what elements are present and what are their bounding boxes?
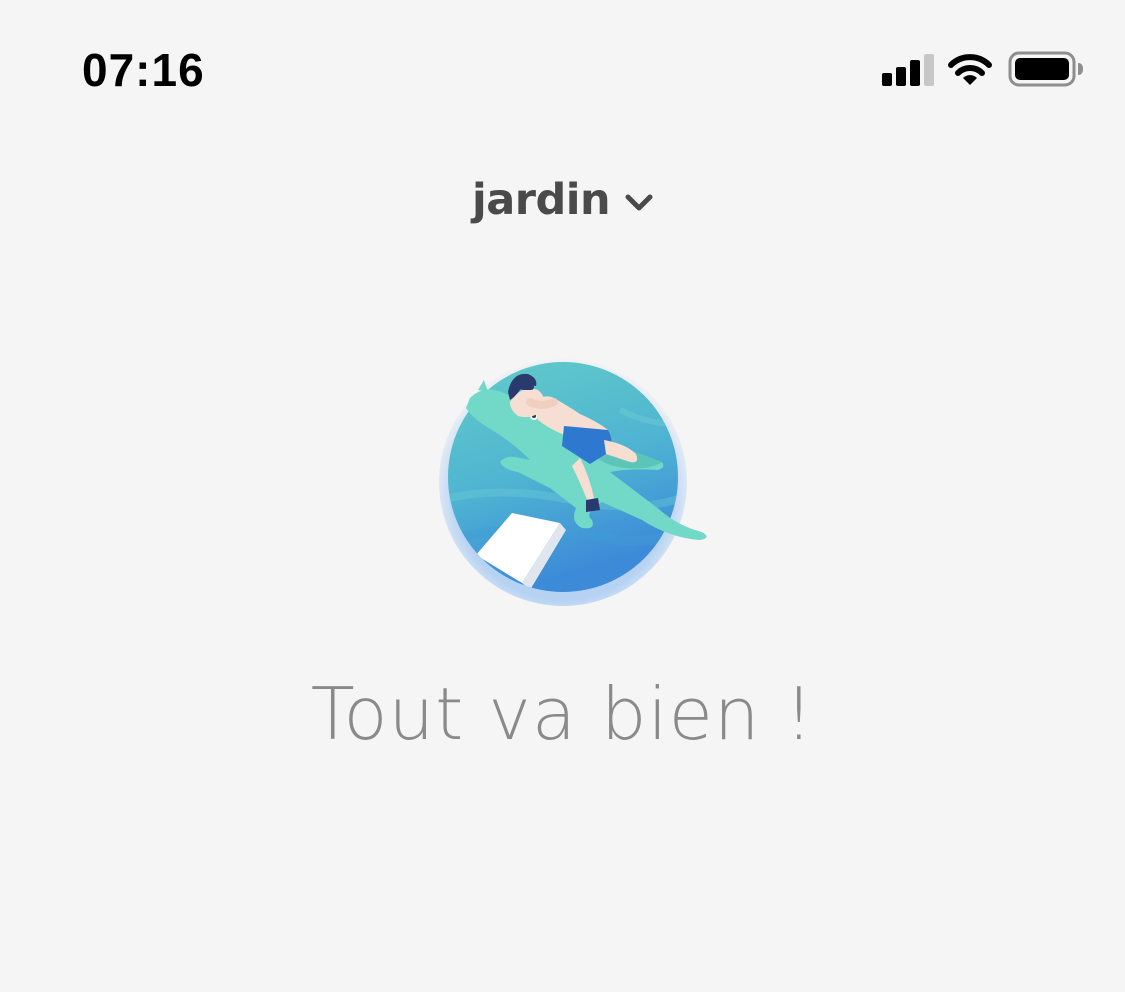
cellular-signal-icon (882, 52, 934, 86)
pool-float-illustration (430, 350, 730, 610)
battery-icon (1008, 51, 1084, 87)
wifi-icon (946, 50, 994, 88)
status-time: 07:16 (82, 44, 205, 96)
status-bar: 07:16 (0, 0, 1125, 140)
status-message: Tout va bien ! (310, 672, 815, 756)
chevron-down-icon[interactable] (624, 192, 654, 214)
location-name[interactable]: jardin (472, 173, 611, 227)
location-selector[interactable]: jardin (472, 170, 654, 230)
